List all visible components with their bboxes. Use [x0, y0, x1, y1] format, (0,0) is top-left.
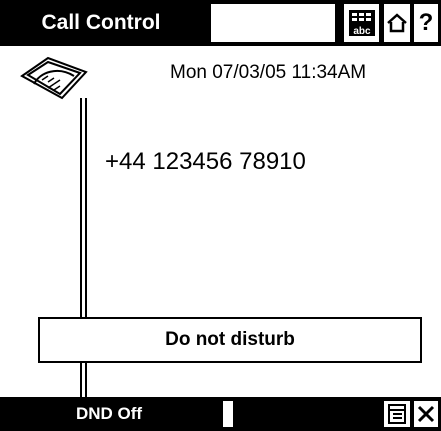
- screen-title: Call Control: [41, 11, 161, 34]
- close-icon: [417, 405, 435, 423]
- help-icon: ?: [418, 9, 434, 36]
- dnd-off-softkey[interactable]: DND Off: [4, 401, 214, 427]
- status-message-text: Do not disturb: [165, 329, 295, 350]
- list-button[interactable]: [384, 401, 410, 427]
- list-icon: [388, 404, 406, 424]
- status-message: Do not disturb: [38, 317, 422, 363]
- title-bar-spacer: [211, 4, 335, 42]
- home-icon: [387, 13, 407, 33]
- keypad-abc-button[interactable]: abc: [344, 4, 379, 42]
- help-button[interactable]: ?: [414, 4, 438, 42]
- call-datetime: Mon 07/03/05 11:34AM: [170, 62, 367, 83]
- caller-number: +44 123456 78910: [105, 148, 306, 175]
- home-button[interactable]: [384, 4, 410, 42]
- svg-text:abc: abc: [353, 26, 371, 37]
- softkey-spacer: [223, 401, 233, 427]
- close-button[interactable]: [414, 401, 438, 427]
- keypad-abc-icon: abc: [348, 10, 375, 37]
